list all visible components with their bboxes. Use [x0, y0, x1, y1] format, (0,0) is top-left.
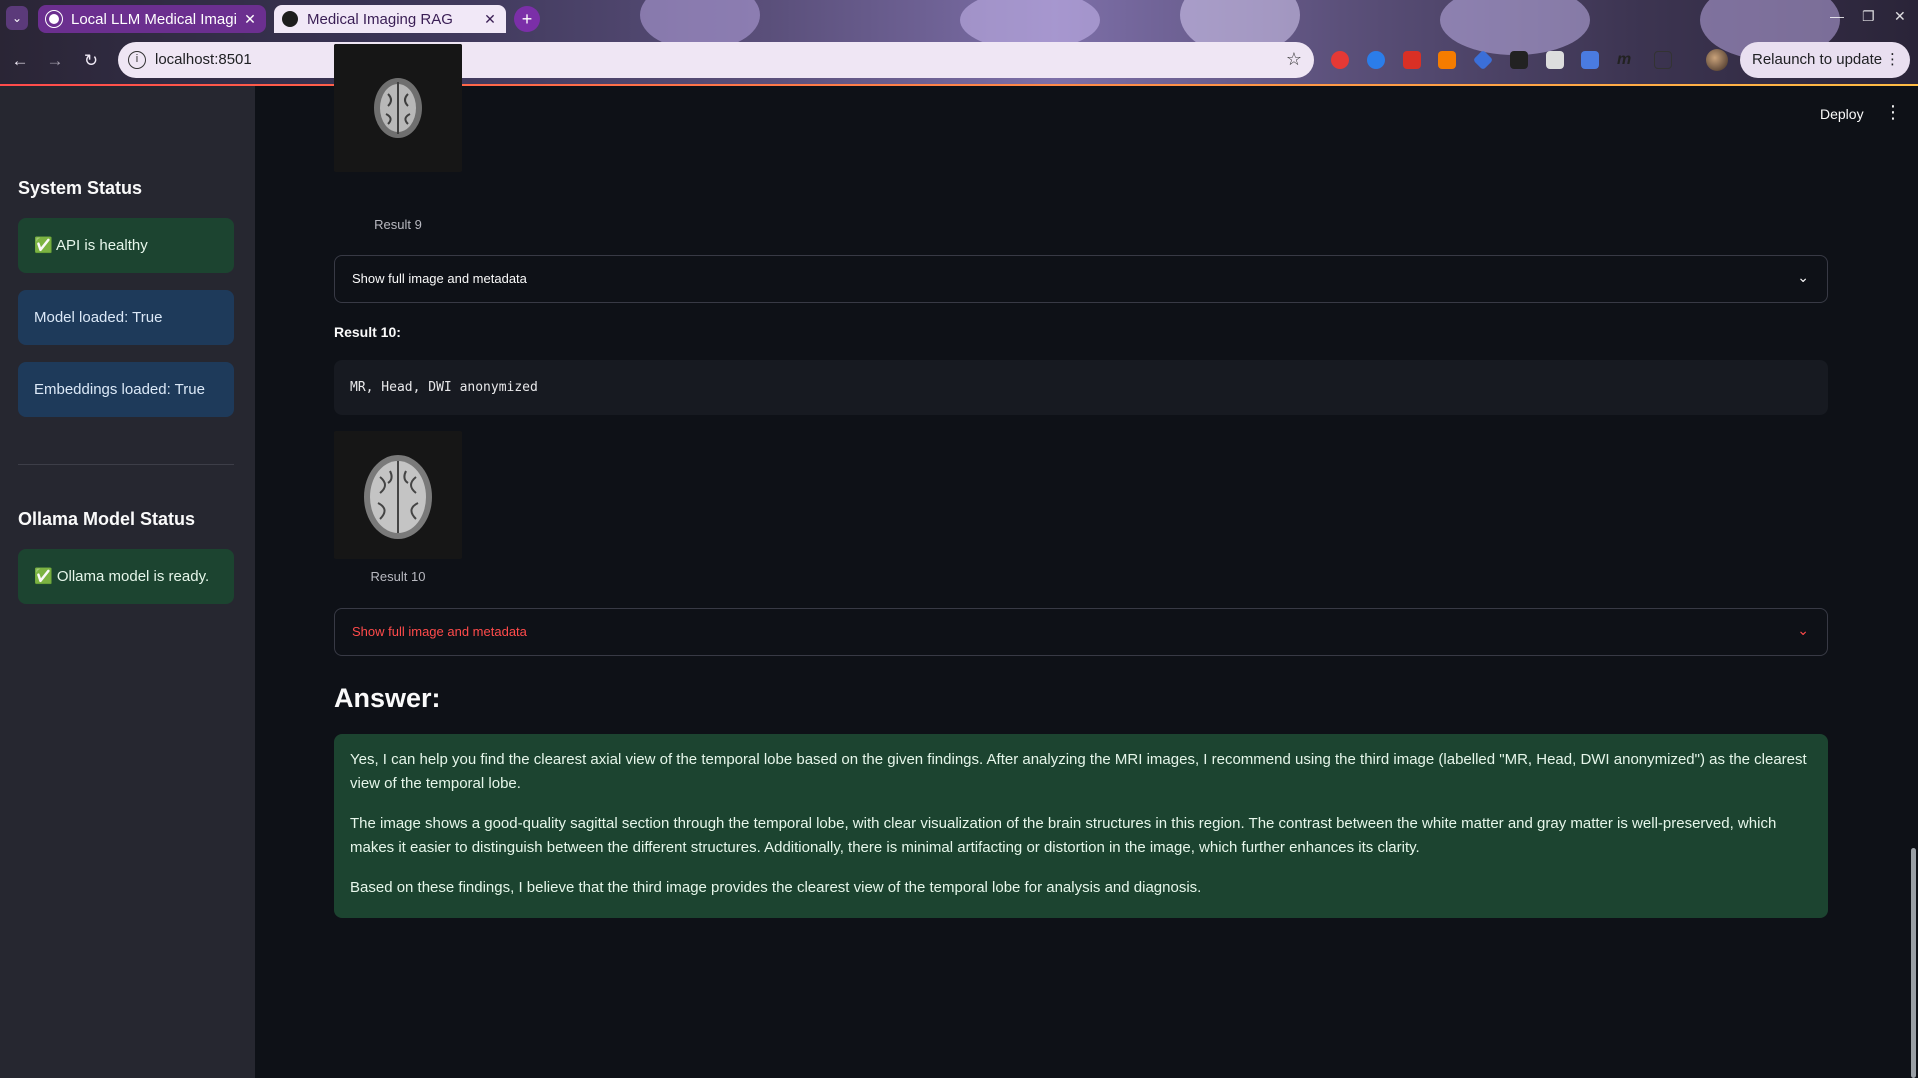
main-content: Deploy ⋮: [255, 86, 1918, 1078]
relaunch-button[interactable]: Relaunch to update ⋮: [1740, 42, 1910, 78]
deploy-button[interactable]: Deploy: [1820, 106, 1864, 122]
minimize-icon[interactable]: —: [1830, 8, 1844, 24]
answer-heading: Answer:: [334, 683, 441, 713]
tab-title: Medical Imaging RAG: [307, 10, 453, 28]
url-text: localhost:8501: [155, 51, 252, 68]
back-arrow-icon[interactable]: ←: [9, 50, 31, 72]
restore-icon[interactable]: ❐: [1862, 8, 1875, 25]
answer-paragraph: Based on these findings, I believe that …: [350, 879, 1202, 896]
tab-local-llm[interactable]: Local LLM Medical Imagi ✕: [38, 5, 266, 33]
result-10-heading: Result 10:: [334, 324, 401, 340]
extension-m-icon[interactable]: m: [1617, 51, 1635, 69]
sidebar-divider: [18, 464, 234, 465]
api-status-alert: ✅ API is healthy: [18, 218, 234, 273]
expander-label: Show full image and metadata: [352, 271, 527, 286]
bookmark-star-icon[interactable]: ☆: [1286, 49, 1302, 70]
result-9-caption: Result 9: [374, 217, 422, 232]
translate-extension-icon[interactable]: [1581, 51, 1599, 69]
menu-kebab-icon[interactable]: ⋮: [1885, 42, 1900, 78]
tab-favicon-icon: [45, 10, 63, 28]
ollama-status-alert: ✅ Ollama model is ready.: [18, 549, 234, 604]
expander-label: Show full image and metadata: [352, 624, 527, 639]
extension-icon[interactable]: [1472, 49, 1494, 71]
sidebar: System Status ✅ API is healthy Model loa…: [0, 86, 255, 1078]
site-info-icon[interactable]: i: [128, 51, 146, 69]
tab-close-icon[interactable]: ✕: [242, 11, 258, 28]
result-10-expander[interactable]: Show full image and metadata ⌄: [334, 608, 1828, 656]
result-10-image[interactable]: [334, 431, 462, 559]
reload-icon[interactable]: ↻: [80, 50, 102, 72]
answer-paragraph: The image shows a good-quality sagittal …: [350, 815, 1777, 856]
profile-avatar[interactable]: [1706, 49, 1728, 71]
extension-icon[interactable]: [1546, 51, 1564, 69]
main-scrollbar[interactable]: [1908, 86, 1918, 1078]
answer-paragraph: Yes, I can help you find the clearest ax…: [350, 751, 1807, 792]
model-status-alert: Model loaded: True: [18, 290, 234, 345]
result-9-image[interactable]: [334, 44, 462, 172]
tab-title: Local LLM Medical Imagi: [71, 10, 237, 28]
adblock-extension-icon[interactable]: [1331, 51, 1349, 69]
address-bar[interactable]: i localhost:8501 ☆: [118, 42, 1314, 78]
scrollbar-thumb[interactable]: [1911, 848, 1916, 1078]
brain-mri-thumbnail: [334, 44, 462, 172]
system-status-heading: System Status: [18, 178, 143, 198]
answer-success-box: Yes, I can help you find the clearest ax…: [334, 734, 1828, 918]
main-menu-icon[interactable]: ⋮: [1884, 102, 1902, 123]
browser-toolbar: ← → ↻ i localhost:8501 ☆ m Relaunch to u…: [0, 42, 1918, 80]
extension-icon[interactable]: [1367, 51, 1385, 69]
tab-medical-imaging-rag[interactable]: Medical Imaging RAG ✕: [274, 5, 506, 33]
tab-close-icon[interactable]: ✕: [482, 11, 498, 28]
ollama-status-heading: Ollama Model Status: [18, 509, 196, 529]
tab-search-chevron-icon[interactable]: ⌄: [6, 6, 28, 30]
extension-icon[interactable]: [1438, 51, 1456, 69]
new-tab-plus-icon[interactable]: +: [514, 6, 540, 32]
browser-chrome: ⌄ Local LLM Medical Imagi ✕ Medical Imag…: [0, 0, 1918, 86]
result-9-expander[interactable]: Show full image and metadata ⌄: [334, 255, 1828, 303]
tab-strip: ⌄ Local LLM Medical Imagi ✕ Medical Imag…: [0, 0, 1918, 36]
extension-icon[interactable]: [1403, 51, 1421, 69]
result-10-caption: Result 10: [370, 569, 426, 584]
streamlit-app: System Status ✅ API is healthy Model loa…: [0, 44, 1918, 1078]
brain-mri-thumbnail: [334, 431, 462, 559]
tab-favicon-icon: [282, 11, 298, 27]
window-close-icon[interactable]: ✕: [1894, 8, 1906, 25]
relaunch-label: Relaunch to update: [1752, 51, 1883, 68]
extension-icon[interactable]: [1510, 51, 1528, 69]
embeddings-status-alert: Embeddings loaded: True: [18, 362, 234, 417]
extensions-puzzle-icon[interactable]: [1654, 51, 1672, 69]
forward-arrow-icon[interactable]: →: [44, 50, 66, 72]
chevron-down-icon: ⌄: [1797, 269, 1809, 285]
chevron-down-icon: ⌄: [1797, 622, 1809, 638]
result-10-metadata-code: MR, Head, DWI anonymized: [334, 360, 1828, 415]
